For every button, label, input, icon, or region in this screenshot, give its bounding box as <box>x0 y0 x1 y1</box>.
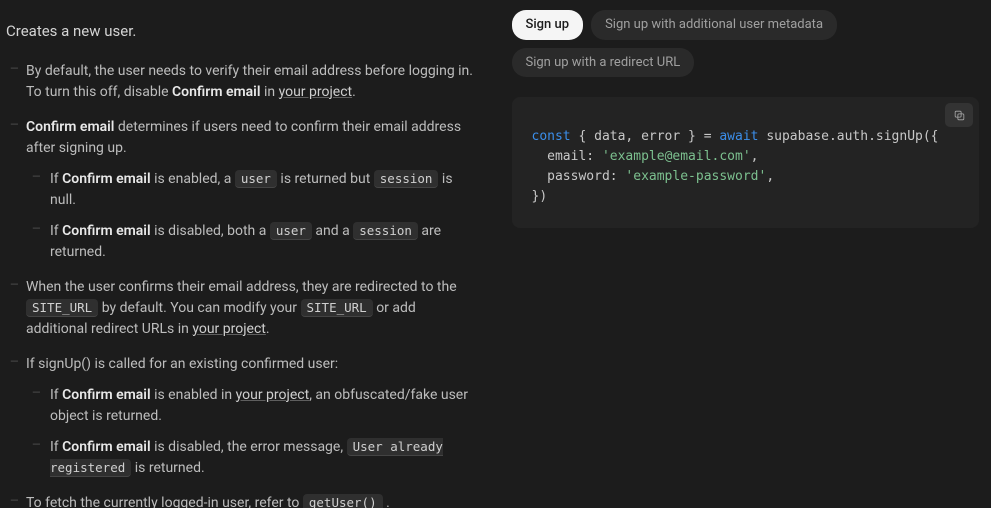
bullet-item: Confirm email determines if users need t… <box>6 117 480 263</box>
confirm-email-text: Confirm email <box>172 84 260 100</box>
sub-bullet: If Confirm email is enabled, a user is r… <box>26 169 480 211</box>
copy-icon <box>953 109 966 122</box>
tab-sign-up-metadata[interactable]: Sign up with additional user metadata <box>591 10 837 40</box>
site-url-code: SITE_URL <box>26 299 98 317</box>
doc-heading: Creates a new user. <box>6 20 480 43</box>
user-code: user <box>270 222 312 240</box>
copy-button[interactable] <box>945 103 973 127</box>
getuser-code: getUser() <box>303 494 383 508</box>
code-line: password: 'example-password', <box>532 167 960 187</box>
user-code: user <box>235 170 277 188</box>
confirm-email-text: Confirm email <box>26 119 114 135</box>
sub-bullet: If Confirm email is enabled in your proj… <box>26 385 480 427</box>
bullet-item: When the user confirms their email addre… <box>6 277 480 340</box>
tab-sign-up[interactable]: Sign up <box>512 10 584 40</box>
sub-list: If Confirm email is enabled in your proj… <box>26 385 480 479</box>
tab-sign-up-redirect[interactable]: Sign up with a redirect URL <box>512 48 695 78</box>
code-block: const { data, error } = await supabase.a… <box>512 97 980 228</box>
bullet-item: By default, the user needs to verify the… <box>6 61 480 103</box>
your-project-link[interactable]: your project <box>279 84 353 100</box>
tab-group: Sign up Sign up with additional user met… <box>512 10 980 77</box>
site-url-code: SITE_URL <box>301 299 373 317</box>
bullet-item: If signUp() is called for an existing co… <box>6 354 480 479</box>
session-code: session <box>374 170 439 188</box>
sub-bullet: If Confirm email is disabled, both a use… <box>26 221 480 263</box>
bullet-list: By default, the user needs to verify the… <box>6 61 480 508</box>
code-line: email: 'example@email.com', <box>532 147 960 167</box>
code-line: }) <box>532 187 960 207</box>
code-column: Sign up Sign up with additional user met… <box>496 0 991 508</box>
bullet-item: To fetch the currently logged-in user, r… <box>6 493 480 508</box>
doc-column: Creates a new user. By default, the user… <box>0 0 496 508</box>
sub-bullet: If Confirm email is disabled, the error … <box>26 437 480 479</box>
your-project-link[interactable]: your project <box>236 387 310 403</box>
your-project-link[interactable]: your project <box>192 321 266 337</box>
code-line: const { data, error } = await supabase.a… <box>532 127 960 147</box>
sub-list: If Confirm email is enabled, a user is r… <box>26 169 480 263</box>
session-code: session <box>353 222 418 240</box>
